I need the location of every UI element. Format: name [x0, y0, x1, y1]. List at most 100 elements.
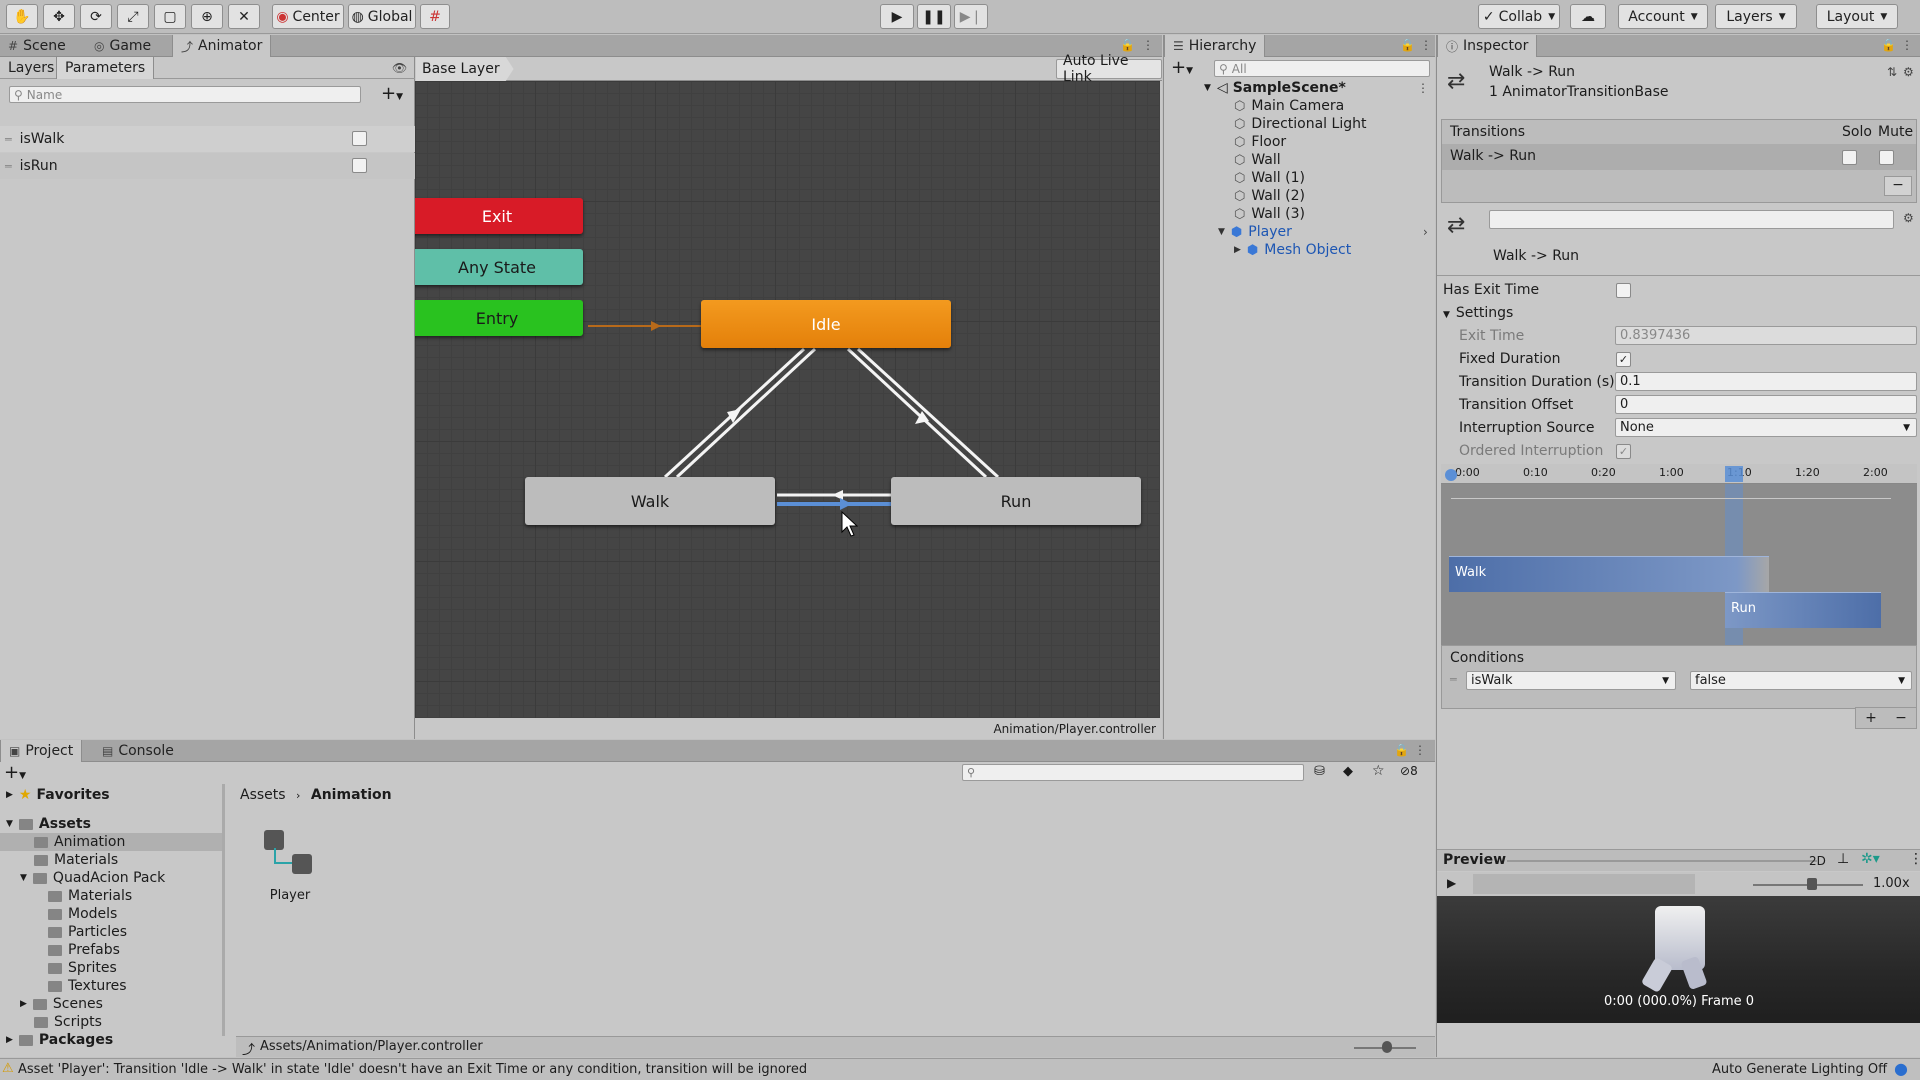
- preview-scrubber[interactable]: [1473, 874, 1695, 894]
- condition-value-dropdown[interactable]: false ▼: [1690, 671, 1912, 690]
- hierarchy-item[interactable]: ⬡ Wall (2): [1234, 187, 1305, 205]
- hierarchy-item[interactable]: ⬡ Floor: [1234, 133, 1286, 151]
- transform-tool-icon[interactable]: ⊕: [191, 4, 223, 29]
- space-global-button[interactable]: ◍ Global: [348, 4, 416, 29]
- expand-arrow-icon[interactable]: ▼: [1218, 227, 1225, 237]
- more-options-icon[interactable]: ⋮: [1909, 851, 1920, 867]
- folder-item[interactable]: Scripts: [34, 1013, 102, 1031]
- state-idle[interactable]: Idle: [701, 300, 951, 348]
- lighting-status[interactable]: Auto Generate Lighting Off: [1712, 1062, 1887, 1077]
- pivot-icon[interactable]: ⊥: [1837, 851, 1849, 867]
- settings-foldout[interactable]: ▼ Settings: [1443, 305, 1513, 321]
- create-object-button[interactable]: +▼: [1171, 57, 1193, 78]
- folder-item-selected[interactable]: Animation: [0, 833, 224, 851]
- more-options-icon[interactable]: ⋮: [1414, 743, 1426, 757]
- timeline-run-clip[interactable]: Run: [1725, 592, 1881, 628]
- state-walk[interactable]: Walk: [525, 477, 775, 525]
- folder-item[interactable]: Models: [48, 905, 117, 923]
- expand-arrow-icon[interactable]: ▶: [6, 1035, 13, 1045]
- fixed-duration-checkbox[interactable]: ✓: [1616, 352, 1631, 367]
- mute-checkbox[interactable]: [1879, 150, 1894, 165]
- gear-icon[interactable]: ⚙: [1903, 211, 1914, 225]
- remove-condition-button[interactable]: −: [1895, 710, 1907, 726]
- ordered-interruption-checkbox[interactable]: ✓: [1616, 444, 1631, 459]
- has-exit-time-checkbox[interactable]: [1616, 283, 1631, 298]
- solo-checkbox[interactable]: [1842, 150, 1857, 165]
- drag-handle-icon[interactable]: ═: [5, 160, 12, 173]
- folder-item[interactable]: Prefabs: [48, 941, 120, 959]
- transition-offset-field[interactable]: 0: [1615, 395, 1917, 414]
- lock-icon[interactable]: 🔒: [1400, 38, 1415, 52]
- scene-root[interactable]: ▼ ◁ SampleScene*: [1204, 79, 1346, 97]
- breadcrumb-animation[interactable]: Animation: [311, 787, 392, 803]
- gear-icon[interactable]: ⚙: [1903, 65, 1914, 79]
- tab-project[interactable]: ▣ Project: [0, 740, 83, 762]
- lock-icon[interactable]: 🔒: [1881, 38, 1896, 52]
- collab-button[interactable]: ✓ Collab ▼: [1478, 4, 1560, 29]
- pivot-center-button[interactable]: ◉ Center: [272, 4, 344, 29]
- parameter-bool-checkbox[interactable]: [352, 131, 367, 146]
- folder-item[interactable]: Materials: [48, 887, 132, 905]
- transition-name-field[interactable]: [1489, 210, 1894, 229]
- playhead-handle[interactable]: [1445, 469, 1457, 481]
- scale-tool-icon[interactable]: ⤢: [117, 4, 149, 29]
- folder-item[interactable]: ▼ Assets: [6, 815, 91, 833]
- transition-range-handle[interactable]: [1725, 466, 1743, 482]
- interruption-source-dropdown[interactable]: None ▼: [1615, 418, 1917, 437]
- transition-duration-field[interactable]: 0.1: [1615, 372, 1917, 391]
- drag-handle-icon[interactable]: ═: [1450, 673, 1457, 686]
- timeline-ruler[interactable]: 0:00 0:10 0:20 1:00 1:10 1:20 2:00: [1441, 464, 1917, 484]
- chevron-right-icon[interactable]: ›: [1423, 225, 1428, 239]
- tab-scene[interactable]: # Scene: [0, 35, 74, 57]
- parameter-bool-checkbox[interactable]: [352, 158, 367, 173]
- folder-item[interactable]: ▶ Packages: [6, 1031, 113, 1049]
- more-options-icon[interactable]: ⋮: [1420, 38, 1432, 52]
- hand-tool-icon[interactable]: ✋: [6, 4, 38, 29]
- pause-button[interactable]: ❚❚: [917, 4, 951, 29]
- parameter-row[interactable]: ═ isWalk: [0, 126, 415, 152]
- favorites-section[interactable]: ▶ ★ Favorites: [6, 786, 110, 804]
- exit-time-field[interactable]: 0.8397436: [1615, 326, 1917, 345]
- icon-size-slider-thumb[interactable]: [1382, 1041, 1392, 1053]
- state-run[interactable]: Run: [891, 477, 1141, 525]
- breadcrumb-assets[interactable]: Assets: [240, 787, 286, 803]
- parameter-search-input[interactable]: ⚲ Name: [9, 86, 361, 103]
- add-condition-button[interactable]: +: [1865, 710, 1877, 726]
- preview-splitter[interactable]: [1507, 860, 1817, 862]
- rotate-tool-icon[interactable]: ⟳: [80, 4, 112, 29]
- expand-arrow-icon[interactable]: ▶: [20, 999, 27, 1009]
- project-search-input[interactable]: ⚲: [962, 764, 1304, 781]
- preset-icon[interactable]: ⇅: [1887, 65, 1897, 79]
- drag-handle-icon[interactable]: ═: [5, 133, 12, 146]
- account-dropdown[interactable]: Account ▼: [1618, 4, 1708, 29]
- tab-console[interactable]: ▤ Console: [94, 740, 182, 762]
- state-exit[interactable]: Exit: [415, 198, 583, 234]
- folder-item[interactable]: ▶ Scenes: [20, 995, 103, 1013]
- hierarchy-item[interactable]: ⬡ Directional Light: [1234, 115, 1366, 133]
- hierarchy-item[interactable]: ⬡ Main Camera: [1234, 97, 1344, 115]
- idle-walk-transition[interactable]: [663, 347, 817, 479]
- lock-icon[interactable]: 🔒: [1394, 743, 1409, 757]
- hierarchy-item-mesh-object[interactable]: ▶ ⬢ Mesh Object: [1234, 241, 1351, 259]
- cloud-icon[interactable]: ☁: [1570, 4, 1606, 29]
- more-options-icon[interactable]: ⋮: [1901, 38, 1913, 52]
- preview-2d-toggle[interactable]: 2D: [1809, 854, 1826, 868]
- more-options-icon[interactable]: ⋮: [1142, 38, 1154, 52]
- expand-arrow-icon[interactable]: ▶: [6, 790, 13, 800]
- custom-tool-icon[interactable]: ✕: [228, 4, 260, 29]
- layout-dropdown[interactable]: Layout ▼: [1816, 4, 1898, 29]
- search-by-type-icon[interactable]: ⛁: [1314, 764, 1325, 779]
- auto-live-link-toggle[interactable]: Auto Live Link: [1056, 53, 1162, 85]
- expand-arrow-icon[interactable]: ▼: [1204, 83, 1211, 93]
- folder-item[interactable]: ▼ QuadAcion Pack: [20, 869, 165, 887]
- avatar-icon[interactable]: ✲▾: [1861, 851, 1880, 867]
- preview-viewport[interactable]: 0:00 (000.0%) Frame 0: [1437, 896, 1920, 1023]
- state-machine-graph[interactable]: Exit Any State Entry Idle Walk Run: [415, 81, 1160, 718]
- move-tool-icon[interactable]: ✥: [43, 4, 75, 29]
- breadcrumb-base-layer[interactable]: Base Layer: [416, 57, 514, 81]
- create-asset-button[interactable]: +▼: [4, 762, 26, 783]
- tab-layers[interactable]: Layers: [0, 57, 62, 79]
- folder-item[interactable]: Sprites: [48, 959, 117, 977]
- condition-parameter-dropdown[interactable]: isWalk ▼: [1466, 671, 1676, 690]
- favorite-star-icon[interactable]: ☆: [1372, 763, 1385, 779]
